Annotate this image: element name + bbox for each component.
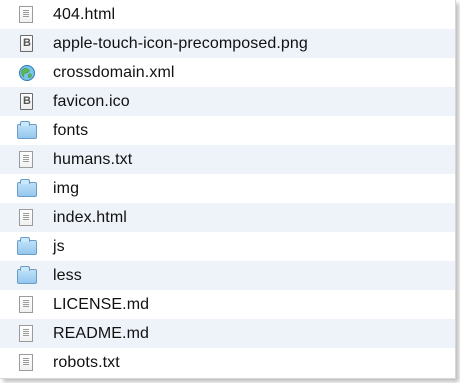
document-icon	[16, 5, 38, 25]
document-icon	[16, 150, 38, 170]
file-name: humans.txt	[53, 150, 133, 168]
folder-icon	[16, 236, 38, 257]
file-row-readme-md[interactable]: README.md	[0, 319, 455, 348]
file-name: robots.txt	[53, 353, 120, 371]
folder-icon	[16, 265, 38, 286]
file-row-crossdomain-xml[interactable]: crossdomain.xml	[0, 58, 455, 87]
document-icon	[16, 324, 38, 344]
file-name: less	[53, 266, 82, 284]
xml-file-icon	[16, 63, 38, 83]
folder-icon	[16, 178, 38, 199]
file-name: fonts	[53, 121, 89, 139]
file-row-apple-touch-icon[interactable]: apple-touch-icon-precomposed.png	[0, 29, 455, 58]
file-name: index.html	[53, 208, 127, 226]
file-name: js	[53, 237, 65, 255]
file-name: apple-touch-icon-precomposed.png	[53, 34, 308, 52]
file-name: README.md	[53, 324, 150, 342]
file-row-fonts[interactable]: fonts	[0, 116, 455, 145]
file-row-robots-txt[interactable]: robots.txt	[0, 348, 455, 377]
globe-icon	[19, 64, 35, 81]
file-name: LICENSE.md	[53, 295, 150, 313]
image-file-icon	[16, 34, 38, 54]
file-row-license-md[interactable]: LICENSE.md	[0, 290, 455, 319]
file-name: favicon.ico	[53, 92, 130, 110]
file-row-img[interactable]: img	[0, 174, 455, 203]
file-row-404-html[interactable]: 404.html	[0, 0, 455, 29]
file-list-window: 404.html apple-touch-icon-precomposed.pn…	[0, 0, 456, 379]
file-row-js[interactable]: js	[0, 232, 455, 261]
document-icon	[16, 295, 38, 315]
folder-icon	[16, 120, 38, 141]
file-row-humans-txt[interactable]: humans.txt	[0, 145, 455, 174]
file-row-less[interactable]: less	[0, 261, 455, 290]
file-row-favicon-ico[interactable]: favicon.ico	[0, 87, 455, 116]
file-name: crossdomain.xml	[53, 63, 175, 81]
file-name: img	[53, 179, 80, 197]
file-name: 404.html	[53, 5, 116, 23]
document-icon	[16, 353, 38, 373]
document-icon	[16, 208, 38, 228]
image-file-icon	[16, 92, 38, 112]
file-row-index-html[interactable]: index.html	[0, 203, 455, 232]
